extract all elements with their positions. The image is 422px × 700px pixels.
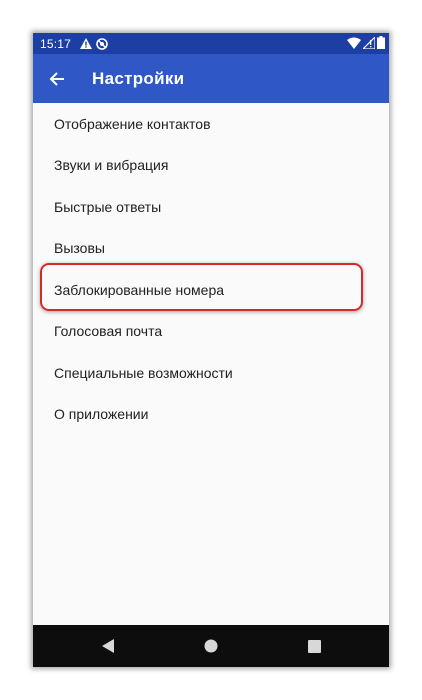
settings-item-label: Голосовая почта xyxy=(54,323,163,340)
settings-list: Отображение контактов Звуки и вибрация Б… xyxy=(33,103,389,435)
settings-item-blocked-numbers[interactable]: Заблокированные номера xyxy=(33,269,389,311)
settings-item-about[interactable]: О приложении xyxy=(33,394,389,436)
settings-item-contacts-display[interactable]: Отображение контактов xyxy=(33,103,389,145)
battery-icon xyxy=(377,36,385,49)
settings-item-voicemail[interactable]: Голосовая почта xyxy=(33,311,389,353)
sync-disabled-icon xyxy=(96,37,108,50)
wifi-icon xyxy=(347,37,361,49)
status-bar: 15:17 xyxy=(33,33,389,54)
page-title: Настройки xyxy=(92,68,185,88)
phone-screen: 15:17 Настройки Отображение контактов Зв… xyxy=(33,33,389,667)
back-button[interactable] xyxy=(33,54,83,103)
settings-item-label: Вызовы xyxy=(54,240,105,257)
nav-home-button[interactable] xyxy=(186,625,236,667)
arrow-back-icon xyxy=(49,71,64,86)
status-left-icons xyxy=(80,37,108,50)
settings-item-sounds-vibration[interactable]: Звуки и вибрация xyxy=(33,145,389,187)
status-right-icons xyxy=(347,36,385,49)
settings-item-quick-responses[interactable]: Быстрые ответы xyxy=(33,186,389,228)
app-bar: Настройки xyxy=(33,54,389,103)
settings-item-label: Заблокированные номера xyxy=(54,281,225,298)
home-circle-icon xyxy=(204,639,218,653)
cell-signal-icon xyxy=(363,36,375,49)
settings-item-label: Отображение контактов xyxy=(54,115,211,132)
settings-item-label: Звуки и вибрация xyxy=(54,157,169,174)
settings-item-calls[interactable]: Вызовы xyxy=(33,228,389,270)
nav-recents-button[interactable] xyxy=(289,625,339,667)
recents-square-icon xyxy=(307,639,321,653)
settings-item-accessibility[interactable]: Специальные возможности xyxy=(33,352,389,394)
settings-item-label: О приложении xyxy=(54,406,149,423)
nav-back-button[interactable] xyxy=(83,625,133,667)
alert-icon xyxy=(80,38,93,49)
navigation-bar xyxy=(33,625,389,667)
settings-item-label: Быстрые ответы xyxy=(54,198,162,215)
back-triangle-icon xyxy=(102,639,114,653)
status-time: 15:17 xyxy=(40,36,72,51)
settings-item-label: Специальные возможности xyxy=(54,364,233,381)
